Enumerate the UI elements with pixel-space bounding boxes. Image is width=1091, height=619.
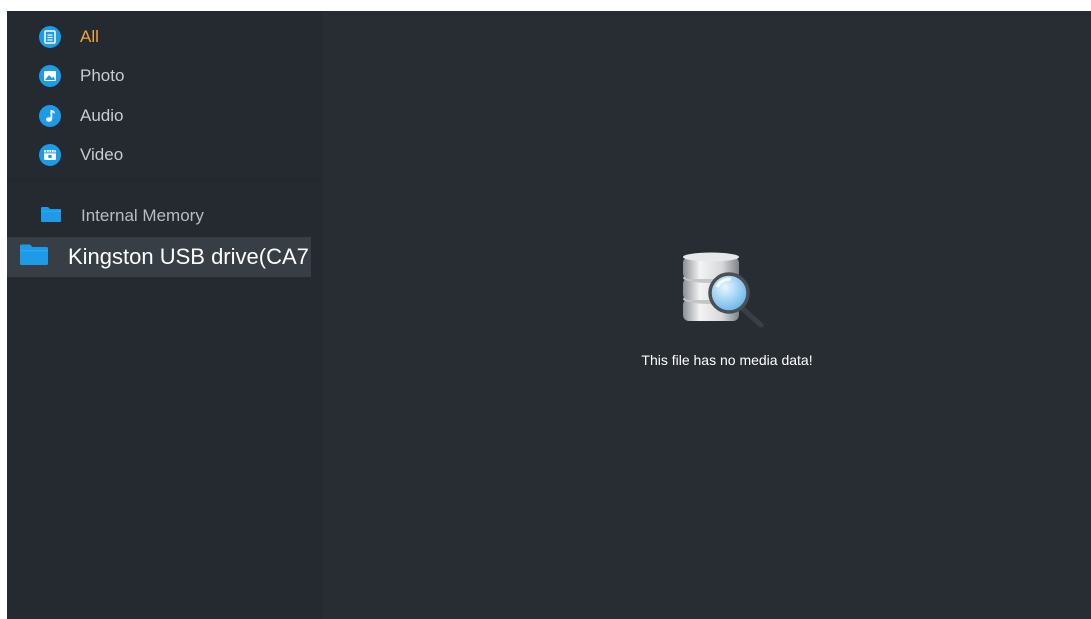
folder-icon bbox=[19, 242, 49, 272]
category-video[interactable]: Video bbox=[39, 140, 123, 170]
category-all[interactable]: All bbox=[39, 22, 99, 52]
category-label: Audio bbox=[80, 106, 124, 125]
music-note-icon bbox=[39, 105, 61, 127]
category-photo[interactable]: Photo bbox=[39, 61, 124, 91]
folder-icon bbox=[40, 205, 62, 228]
document-icon bbox=[39, 26, 61, 48]
category-label: Video bbox=[80, 145, 124, 164]
sidebar: All Photo Audio Video Internal Memory Ki… bbox=[7, 11, 322, 619]
device-label: Kingston USB drive(CA7 bbox=[68, 244, 309, 269]
category-audio[interactable]: Audio bbox=[39, 101, 123, 131]
device-usb-drive[interactable]: Kingston USB drive(CA7 bbox=[7, 237, 311, 277]
photo-icon bbox=[39, 65, 61, 87]
category-label: Photo bbox=[80, 66, 125, 85]
device-label: Internal Memory bbox=[81, 206, 204, 225]
sidebar-divider bbox=[7, 179, 322, 180]
empty-message: This file has no media data! bbox=[641, 352, 813, 368]
video-icon bbox=[39, 144, 61, 166]
database-search-icon bbox=[677, 251, 773, 336]
device-internal-memory[interactable]: Internal Memory bbox=[40, 203, 204, 229]
media-browser-screen: All Photo Audio Video Internal Memory Ki… bbox=[7, 11, 1091, 619]
category-label: All bbox=[80, 27, 99, 46]
